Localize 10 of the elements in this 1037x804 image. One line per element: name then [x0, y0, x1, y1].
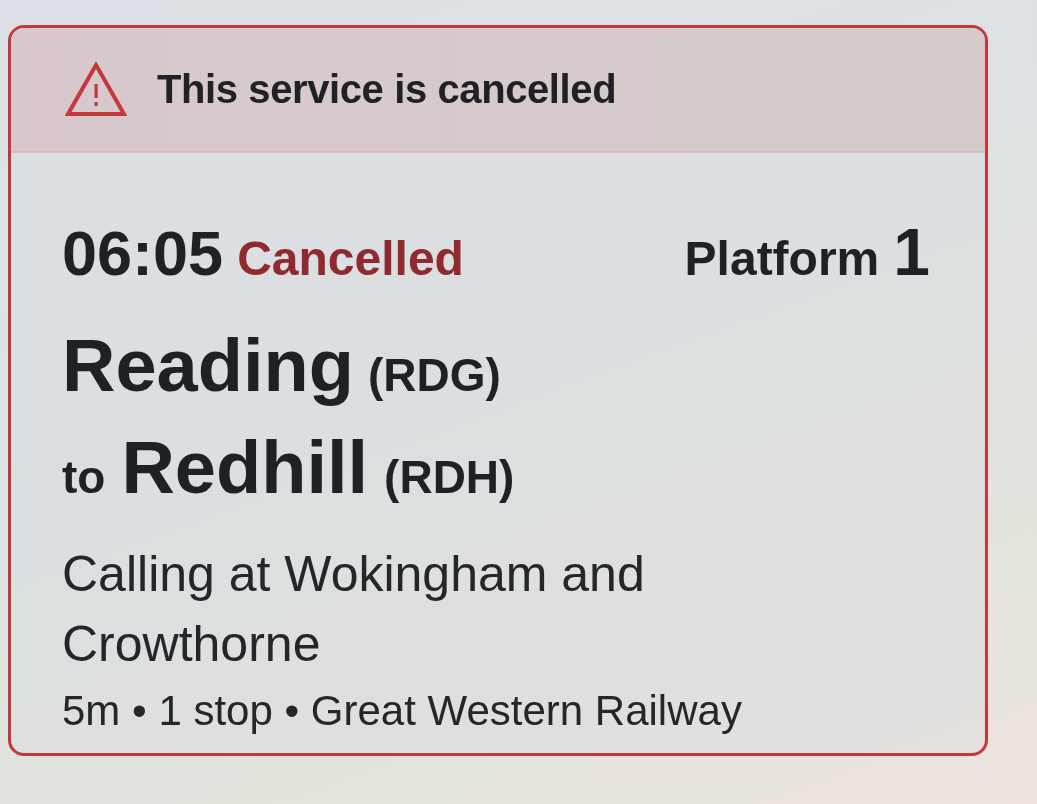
platform-number: 1	[893, 219, 930, 285]
alert-message: This service is cancelled	[157, 67, 617, 112]
calling-points: Calling at Wokingham and Crowthorne	[62, 545, 646, 674]
warning-icon	[65, 62, 127, 117]
connector-text: to	[62, 454, 106, 500]
departure-time: 06:05	[62, 222, 224, 285]
journey-details: 5m • 1 stop • Great Western Railway	[62, 686, 743, 736]
platform-label: Platform	[684, 235, 880, 283]
status-label: Cancelled	[237, 235, 464, 283]
destination-station: Redhill	[121, 431, 369, 505]
